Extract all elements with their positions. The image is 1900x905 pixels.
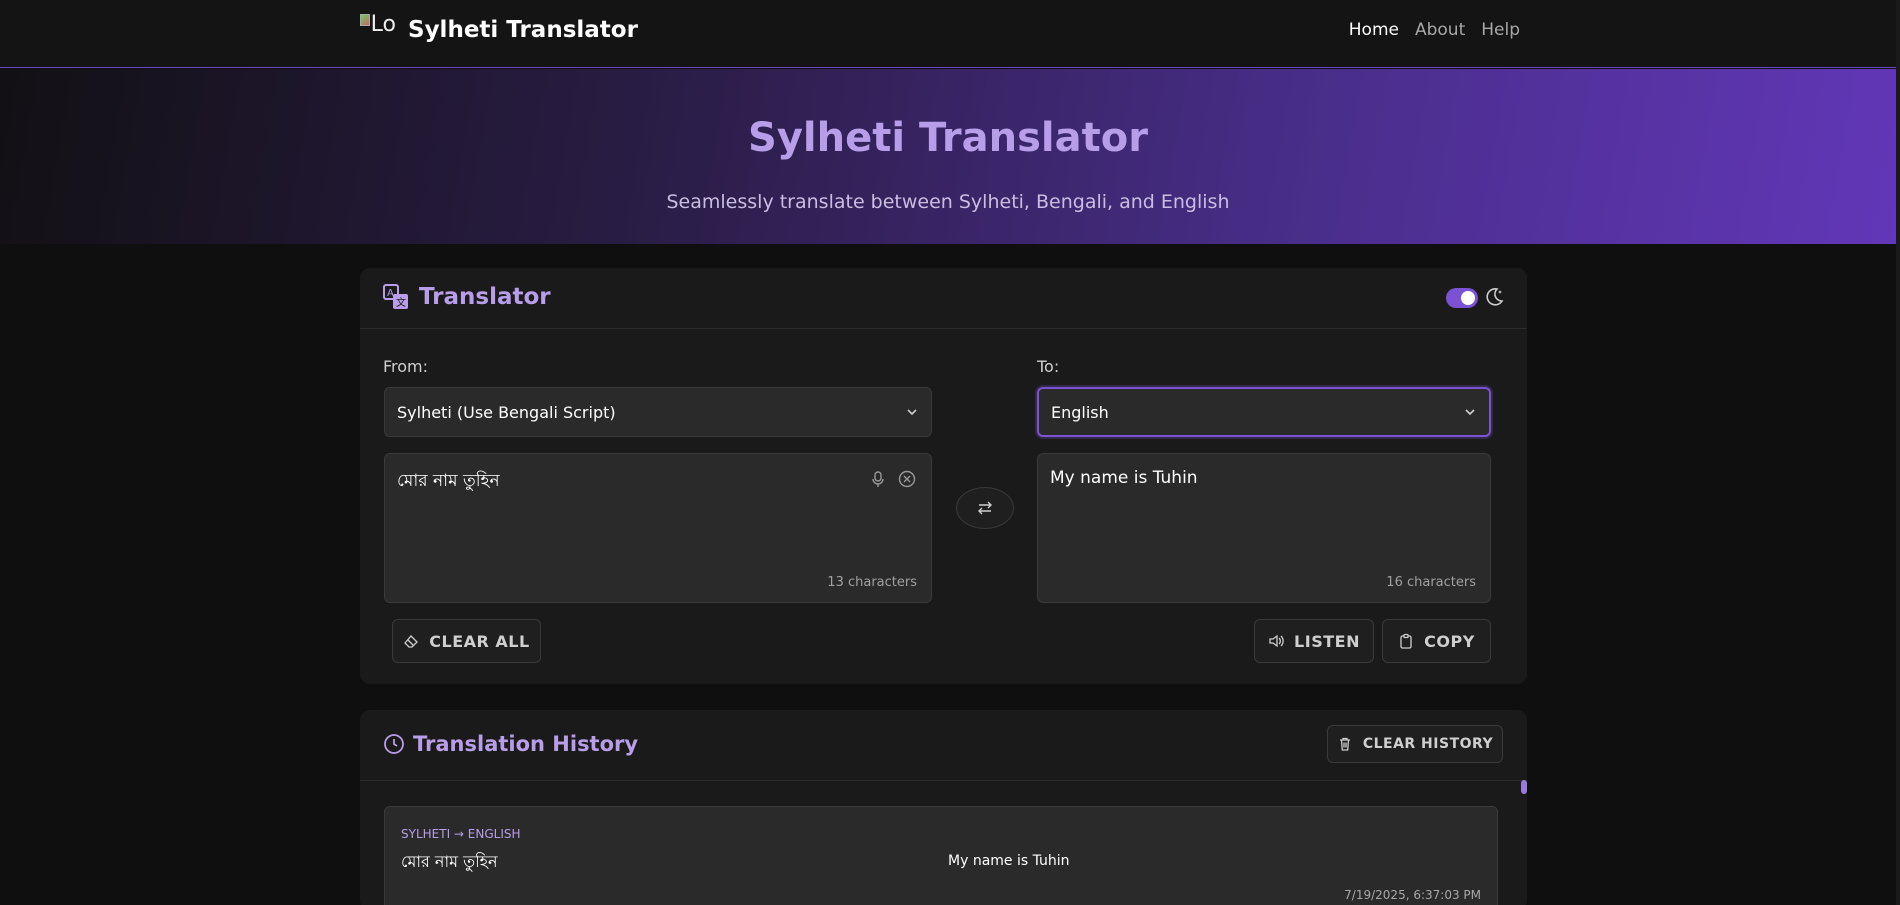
theme-toggle[interactable] [1446, 288, 1478, 308]
history-card: Translation History CLEAR HISTORY SYLHET… [360, 710, 1527, 905]
clear-history-label: CLEAR HISTORY [1362, 736, 1494, 752]
navbar: Lo Sylheti Translator Home About Help [0, 0, 1896, 68]
target-textarea[interactable]: My name is Tuhin 16 characters [1037, 453, 1491, 603]
target-char-count: 16 characters [1386, 575, 1476, 590]
from-language-value: Sylheti (Use Bengali Script) [397, 402, 616, 422]
eraser-icon [404, 635, 419, 648]
listen-label: LISTEN [1294, 631, 1360, 651]
svg-text:文: 文 [396, 296, 406, 309]
source-text: মোর নাম তুহিন [397, 471, 500, 491]
swap-icon [978, 501, 992, 515]
history-timestamp: 7/19/2025, 6:37:03 PM [1344, 888, 1481, 902]
translator-title-text: Translator [419, 284, 551, 310]
listen-button[interactable]: LISTEN [1254, 619, 1374, 663]
swap-languages-button[interactable] [956, 487, 1014, 529]
nav-link-home[interactable]: Home [1349, 20, 1399, 40]
clear-input-icon[interactable] [898, 470, 916, 488]
clear-history-button[interactable]: CLEAR HISTORY [1327, 725, 1503, 763]
to-language-select[interactable]: English [1037, 387, 1491, 437]
trash-icon [1339, 737, 1350, 751]
speaker-icon [1269, 634, 1284, 648]
nav-links: Home About Help [1349, 20, 1520, 40]
nav-link-help[interactable]: Help [1481, 20, 1520, 40]
translator-header: A 文 Translator [360, 268, 1527, 329]
target-text: My name is Tuhin [1050, 468, 1198, 488]
history-item[interactable]: SYLHETI → ENGLISH মোর নাম তুহিন My name … [384, 806, 1498, 905]
translator-card: A 文 Translator From: To: Sylheti (Use Be… [360, 268, 1527, 684]
chevron-down-icon [907, 409, 917, 416]
hero-subtitle: Seamlessly translate between Sylheti, Be… [666, 191, 1230, 213]
to-label: To: [1037, 357, 1060, 376]
logo-alt-text: Lo [370, 12, 396, 37]
history-scrollbar[interactable] [1521, 780, 1527, 794]
history-source-text: মোর নাম তুহিন [401, 852, 498, 871]
brand-name: Sylheti Translator [408, 17, 638, 43]
history-header: Translation History CLEAR HISTORY [360, 710, 1527, 781]
history-target-text: My name is Tuhin [948, 853, 1070, 869]
svg-text:A: A [387, 288, 394, 299]
logo-image: Lo [360, 12, 396, 48]
chevron-down-icon [1465, 409, 1475, 416]
toggle-knob [1461, 291, 1475, 305]
nav-link-about[interactable]: About [1415, 20, 1465, 40]
to-language-value: English [1051, 402, 1109, 422]
hero-banner: Sylheti Translator Seamlessly translate … [0, 69, 1896, 244]
translate-icon: A 文 [383, 284, 408, 309]
source-textarea[interactable]: মোর নাম তুহিন 13 characters [384, 453, 932, 603]
source-char-count: 13 characters [827, 575, 917, 590]
copy-label: COPY [1424, 631, 1475, 651]
history-title-text: Translation History [413, 732, 639, 756]
history-language-pair: SYLHETI → ENGLISH [401, 827, 521, 841]
broken-image-icon [360, 14, 370, 26]
clear-all-button[interactable]: CLEAR ALL [392, 619, 541, 663]
from-language-select[interactable]: Sylheti (Use Bengali Script) [384, 387, 932, 437]
clear-all-label: CLEAR ALL [429, 631, 530, 651]
clipboard-icon [1400, 633, 1412, 649]
from-label: From: [383, 357, 429, 376]
page-scrollbar[interactable] [1896, 0, 1900, 905]
hero-title: Sylheti Translator [748, 115, 1148, 161]
brand[interactable]: Lo Sylheti Translator [360, 12, 638, 48]
translator-title: A 文 Translator [383, 284, 551, 310]
microphone-icon[interactable] [869, 470, 887, 488]
moon-icon [1486, 288, 1504, 306]
clock-icon [384, 734, 404, 754]
history-title: Translation History [383, 732, 638, 756]
copy-button[interactable]: COPY [1382, 619, 1491, 663]
